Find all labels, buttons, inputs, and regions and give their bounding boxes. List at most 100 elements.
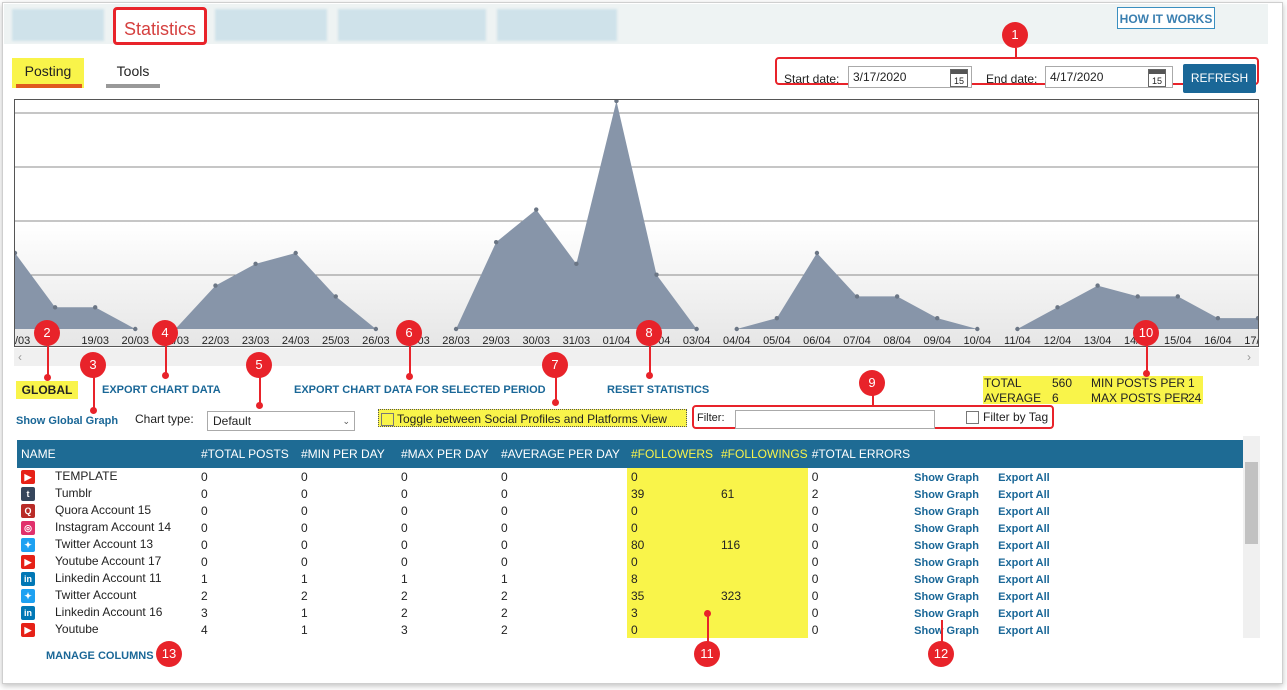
toggle-view-checkbox[interactable]: Toggle between Social Profiles and Platf… (378, 409, 687, 427)
table-row[interactable]: ▶ TEMPLATE 0 0 0 0 0 0 Show Graph Export All (17, 468, 1243, 485)
data-point[interactable] (213, 283, 218, 288)
scroll-right-icon[interactable]: › (1247, 350, 1251, 364)
data-point[interactable] (854, 294, 860, 299)
col-average-per-day[interactable]: #AVERAGE PER DAY (497, 440, 627, 468)
data-point[interactable] (493, 239, 499, 245)
data-point[interactable] (1135, 294, 1140, 299)
data-point[interactable] (52, 305, 58, 310)
subtab-posting[interactable]: Posting (12, 58, 84, 88)
export-all-link[interactable]: Export All (998, 523, 1050, 535)
export-all-link[interactable]: Export All (998, 472, 1050, 484)
data-point[interactable] (894, 294, 900, 299)
x-tick-label: 10/04 (964, 335, 992, 346)
filter-by-tag-box[interactable] (966, 411, 979, 425)
table-row[interactable]: in Linkedin Account 11 1 1 1 1 8 0 Show Graph Exp… (17, 570, 1243, 587)
data-point[interactable] (1175, 294, 1181, 299)
scroll-left-icon[interactable]: ‹ (18, 350, 22, 364)
show-graph-link[interactable]: Show Graph (914, 608, 979, 620)
table-row[interactable]: Q Quora Account 15 0 0 0 0 0 0 Show Graph Export … (17, 502, 1243, 519)
data-point[interactable] (1015, 326, 1020, 332)
export-all-link[interactable]: Export All (998, 506, 1050, 518)
data-point[interactable] (694, 326, 699, 332)
export-all-link[interactable]: Export All (998, 489, 1050, 501)
col-min-per-day[interactable]: #MIN PER DAY (297, 440, 397, 468)
posting-chart[interactable]: /0319/0320/0321/0322/0323/0324/0325/0326… (14, 99, 1259, 347)
filter-by-tag-checkbox[interactable]: Filter by Tag (966, 410, 1048, 425)
table-row[interactable]: ▶ Youtube Account 17 0 0 0 0 0 0 Show Graph Expor… (17, 553, 1243, 570)
tab-blurred-2[interactable] (215, 9, 327, 41)
data-point[interactable] (453, 326, 459, 332)
show-graph-link[interactable]: Show Graph (914, 489, 979, 501)
table-row[interactable]: in Linkedin Account 16 3 1 2 2 3 0 Show Graph Exp… (17, 604, 1243, 621)
data-point[interactable] (1215, 315, 1221, 321)
start-calendar-icon[interactable]: 15 (950, 69, 968, 87)
col-followers[interactable]: #FOLLOWERS (627, 440, 717, 468)
tab-blurred-1[interactable] (12, 9, 104, 41)
col-name[interactable]: NAME (17, 440, 197, 468)
data-point[interactable] (814, 250, 820, 256)
scroll-thumb[interactable] (1245, 462, 1258, 544)
tab-statistics[interactable]: Statistics (113, 7, 207, 45)
reset-statistics-link[interactable]: RESET STATISTICS (607, 384, 709, 396)
show-graph-link[interactable]: Show Graph (914, 523, 979, 535)
col-total-errors[interactable]: #TOTAL ERRORS (807, 440, 911, 468)
show-graph-link[interactable]: Show Graph (914, 625, 979, 637)
data-point[interactable] (133, 326, 138, 332)
table-vertical-scrollbar[interactable] (1243, 436, 1260, 638)
how-it-works-button[interactable]: HOW IT WORKS (1117, 7, 1215, 29)
toggle-view-box[interactable] (381, 413, 394, 427)
export-all-link[interactable]: Export All (998, 625, 1050, 637)
data-point[interactable] (654, 272, 659, 277)
table-row[interactable]: ◎ Instagram Account 14 0 0 0 0 0 0 Show Graph Exp… (17, 519, 1243, 536)
data-point[interactable] (734, 326, 739, 332)
col-max-per-day[interactable]: #MAX PER DAY (397, 440, 497, 468)
table-row[interactable]: ✦ Twitter Account 13 0 0 0 0 80 116 0 Show Graph E… (17, 536, 1243, 553)
data-point[interactable] (935, 315, 940, 321)
show-graph-link[interactable]: Show Graph (914, 574, 979, 586)
callout-10-stem (1146, 344, 1148, 372)
chart-type-select[interactable]: Default ⌄ (207, 411, 355, 431)
data-point[interactable] (614, 100, 619, 104)
data-point[interactable] (774, 315, 780, 321)
export-chart-data-link[interactable]: EXPORT CHART DATA (102, 384, 221, 396)
table-row[interactable]: t Tumblr 0 0 0 0 39 61 2 Show Graph Export All (17, 485, 1243, 502)
tab-blurred-3[interactable] (338, 9, 486, 41)
data-point[interactable] (534, 207, 539, 212)
data-point[interactable] (253, 261, 258, 267)
filter-input[interactable] (735, 410, 935, 429)
global-button[interactable]: GLOBAL (16, 381, 78, 399)
export-all-link[interactable]: Export All (998, 591, 1050, 603)
data-point[interactable] (333, 294, 338, 299)
show-graph-link[interactable]: Show Graph (914, 557, 979, 569)
data-point[interactable] (92, 305, 98, 310)
export-all-link[interactable]: Export All (998, 608, 1050, 620)
manage-columns-link[interactable]: MANAGE COLUMNS (46, 650, 154, 662)
export-selected-period-link[interactable]: EXPORT CHART DATA FOR SELECTED PERIOD (294, 384, 546, 396)
subtab-tools[interactable]: Tools (106, 58, 160, 88)
col-total-posts[interactable]: #TOTAL POSTS (197, 440, 297, 468)
cell-min-per-day: 0 (301, 469, 308, 484)
chart-horizontal-scrollbar[interactable]: ‹ › (14, 348, 1259, 366)
table-row[interactable]: ▶ Youtube 4 1 3 2 0 0 Show Graph Export All (17, 621, 1243, 638)
data-point[interactable] (293, 250, 298, 256)
data-point[interactable] (1095, 283, 1100, 288)
show-global-graph-link[interactable]: Show Global Graph (16, 415, 118, 427)
export-all-link[interactable]: Export All (998, 574, 1050, 586)
data-point[interactable] (975, 326, 980, 332)
show-graph-link[interactable]: Show Graph (914, 540, 979, 552)
show-graph-link[interactable]: Show Graph (914, 506, 979, 518)
show-graph-link[interactable]: Show Graph (914, 472, 979, 484)
data-point[interactable] (15, 250, 18, 256)
export-all-link[interactable]: Export All (998, 557, 1050, 569)
data-point[interactable] (373, 326, 379, 332)
export-all-link[interactable]: Export All (998, 540, 1050, 552)
col-followings[interactable]: #FOLLOWINGS (717, 440, 808, 468)
refresh-button[interactable]: REFRESH (1183, 64, 1256, 93)
callout-6-stem (409, 342, 411, 376)
data-point[interactable] (1055, 305, 1060, 310)
tab-blurred-4[interactable] (497, 9, 617, 41)
end-calendar-icon[interactable]: 15 (1148, 69, 1166, 87)
data-point[interactable] (574, 261, 579, 267)
table-row[interactable]: ✦ Twitter Account 2 2 2 2 35 323 0 Show Graph Expo… (17, 587, 1243, 604)
show-graph-link[interactable]: Show Graph (914, 591, 979, 603)
